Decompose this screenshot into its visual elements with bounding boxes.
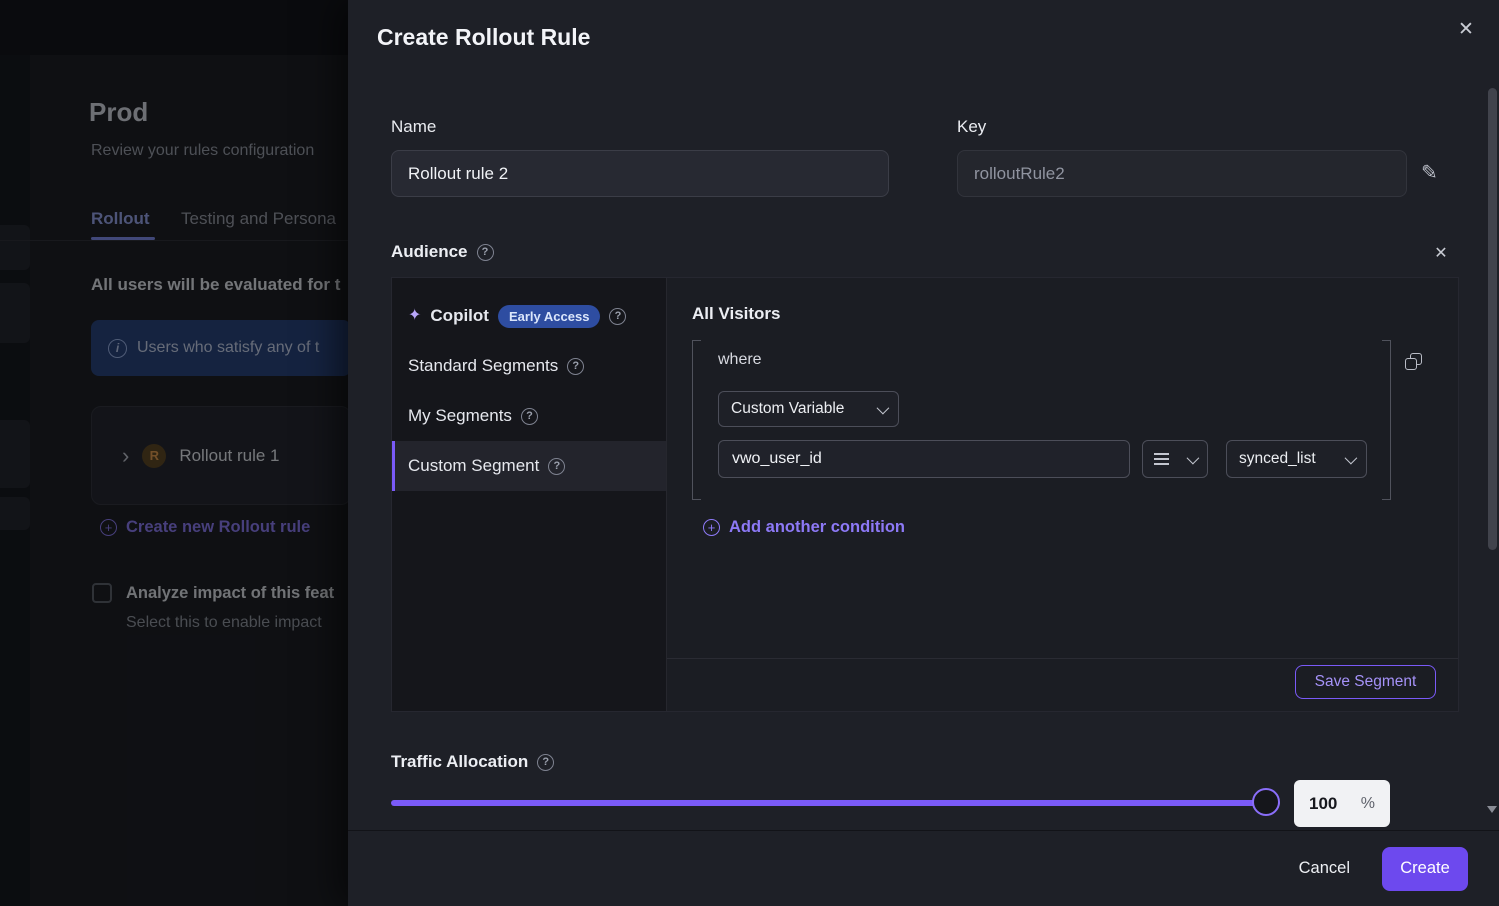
segment-type-label: Copilot [430, 306, 489, 326]
create-button[interactable]: Create [1382, 847, 1468, 891]
condition-bracket-left [692, 340, 701, 500]
segment-type-my-segments[interactable]: My Segments ? [392, 391, 666, 441]
segment-type-label: My Segments [408, 406, 512, 426]
audience-header: Audience ? [391, 242, 494, 262]
operator-value: synced_list [1239, 450, 1316, 468]
segment-type-custom[interactable]: Custom Segment ? [392, 441, 666, 491]
add-condition-label: Add another condition [729, 518, 905, 537]
operator-dropdown[interactable] [1142, 440, 1208, 478]
condition-bracket-right [1382, 340, 1391, 500]
close-icon[interactable]: ✕ [1452, 15, 1480, 43]
cancel-button[interactable]: Cancel [1299, 859, 1350, 878]
traffic-allocation-slider[interactable] [391, 800, 1280, 806]
help-icon[interactable]: ? [609, 308, 626, 325]
name-label: Name [391, 117, 436, 137]
traffic-allocation-label: Traffic Allocation [391, 752, 528, 772]
early-access-badge: Early Access [498, 305, 600, 328]
chevron-down-icon [1345, 451, 1358, 464]
operator-value-dropdown[interactable]: synced_list [1226, 440, 1367, 478]
scrollbar-down-arrow[interactable] [1487, 806, 1497, 813]
save-segment-button[interactable]: Save Segment [1295, 665, 1436, 699]
audience-label: Audience [391, 242, 468, 262]
create-rollout-rule-modal: Create Rollout Rule ✕ Name Key ✎ Audienc… [348, 0, 1499, 906]
chevron-down-icon [877, 401, 890, 414]
modal-scrollbar-thumb[interactable] [1488, 88, 1497, 550]
condition-type-dropdown[interactable]: Custom Variable [718, 391, 899, 427]
modal-footer: Cancel Create [348, 830, 1499, 906]
app-root: Prod Review your rules configuration Rol… [0, 0, 1499, 906]
chevron-down-icon [1187, 451, 1200, 464]
traffic-allocation-input[interactable]: 100 % [1294, 780, 1390, 827]
help-icon[interactable]: ? [548, 458, 565, 475]
help-icon[interactable]: ? [537, 754, 554, 771]
condition-type-value: Custom Variable [731, 400, 844, 418]
help-icon[interactable]: ? [521, 408, 538, 425]
slider-handle[interactable] [1252, 788, 1280, 816]
traffic-allocation-unit: % [1361, 795, 1375, 813]
add-condition-link[interactable]: + Add another condition [703, 518, 905, 537]
edit-key-icon[interactable]: ✎ [1421, 160, 1438, 185]
segment-editor: All Visitors where Custom Variable [667, 278, 1458, 711]
editor-divider [667, 658, 1458, 659]
help-icon[interactable]: ? [477, 244, 494, 261]
segment-type-label: Custom Segment [408, 456, 539, 476]
copy-icon[interactable] [1405, 353, 1425, 373]
variable-name-input[interactable] [718, 440, 1130, 478]
copy-icon-front [1405, 358, 1417, 370]
segment-type-copilot[interactable]: ✦ Copilot Early Access ? [392, 291, 666, 341]
sparkle-icon: ✦ [408, 308, 421, 324]
modal-title: Create Rollout Rule [377, 24, 590, 51]
list-icon [1154, 453, 1169, 465]
audience-close-icon[interactable]: ✕ [1428, 240, 1454, 266]
segment-title: All Visitors [692, 304, 781, 324]
segment-type-standard[interactable]: Standard Segments ? [392, 341, 666, 391]
traffic-allocation-value: 100 [1309, 794, 1337, 814]
plus-icon: + [703, 519, 720, 536]
help-icon[interactable]: ? [567, 358, 584, 375]
segment-type-label: Standard Segments [408, 356, 558, 376]
key-label: Key [957, 117, 986, 137]
name-input[interactable] [391, 150, 889, 197]
where-label: where [718, 351, 762, 369]
key-input[interactable] [957, 150, 1407, 197]
segment-type-list: ✦ Copilot Early Access ? Standard Segmen… [392, 278, 667, 711]
traffic-allocation-header: Traffic Allocation ? [391, 752, 554, 772]
audience-builder: ✦ Copilot Early Access ? Standard Segmen… [391, 277, 1459, 712]
